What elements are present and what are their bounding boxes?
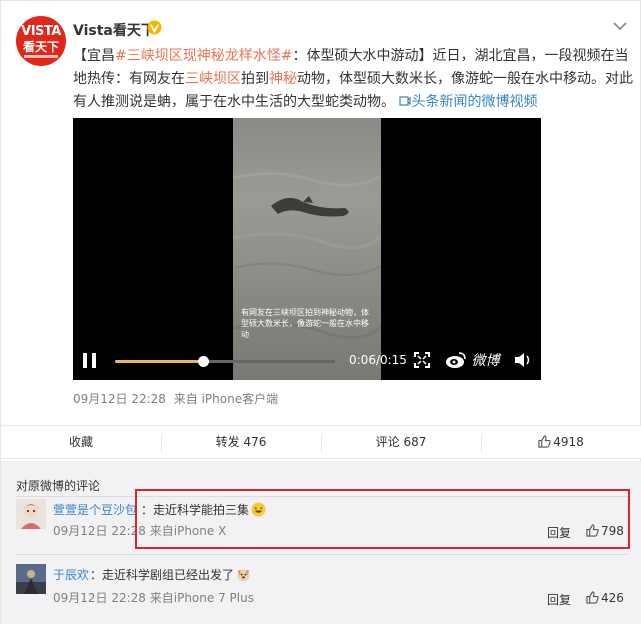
weibo-logo: 微博 — [445, 350, 499, 370]
post-text: 【宜昌#三峡坝区现神秘龙样水怪#：体型硕大水中游动】近日，湖北宜昌，一段视频在当… — [73, 45, 633, 114]
comment-like-button[interactable]: 426 — [586, 591, 624, 605]
author-name[interactable]: Vista看天下 — [73, 20, 155, 40]
weibo-brand-text: 微博 — [471, 353, 500, 369]
video-player[interactable]: 有网友在三峡坝区拍到神秘动物，体型硕大数米长，像游蛇一般在水中移动 0:06/0… — [73, 118, 541, 380]
pause-icon[interactable] — [83, 353, 97, 368]
v-badge-icon — [147, 20, 162, 35]
action-bar: 收藏 转发 476 评论 687 4918 — [1, 425, 641, 459]
like-count: 4918 — [553, 435, 584, 449]
dog-emoji-icon — [237, 569, 250, 582]
comments-title: 对原微博的评论 — [16, 479, 101, 493]
post-meta: 09月12日 22:28 来自 iPhone客户端 — [73, 390, 278, 407]
comment-like-count: 426 — [601, 591, 624, 605]
video-link-icon — [399, 96, 412, 106]
highlight-box — [135, 489, 630, 549]
post-time[interactable]: 09月12日 22:28 — [73, 392, 166, 406]
commenter-name[interactable]: 萱萱是个豆沙包 — [53, 501, 137, 518]
progress-fill — [115, 360, 203, 363]
video-controls: 0:06/0:15 微博 — [73, 340, 541, 380]
progress-bar[interactable] — [115, 356, 335, 367]
commenter-avatar[interactable] — [16, 499, 46, 529]
reply-button[interactable]: 回复 — [547, 591, 571, 608]
fullscreen-icon[interactable] — [414, 352, 430, 368]
comment-button[interactable]: 评论 687 — [321, 426, 481, 459]
video-time: 0:06/0:15 — [349, 353, 407, 367]
comment-meta: 09月12日 22:28 来自iPhone 7 Plus — [53, 591, 254, 605]
thumbs-up-icon — [538, 435, 551, 448]
post-text-part: 拍到 — [241, 71, 269, 87]
post-text-part: 【宜昌 — [73, 48, 115, 64]
post-source: 来自 iPhone客户端 — [173, 392, 279, 406]
avatar-logo-line1: VISTA — [21, 24, 61, 39]
author-avatar[interactable]: VISTA 看天下 — [16, 16, 66, 66]
topic-link[interactable]: #三峡坝区现神秘龙样水怪# — [115, 48, 292, 64]
like-button[interactable]: 4918 — [481, 426, 641, 459]
favorite-button[interactable]: 收藏 — [1, 426, 161, 459]
video-source-link-label[interactable]: 头条新闻的微博视频 — [411, 94, 537, 110]
volume-icon[interactable] — [514, 352, 532, 368]
commenter-name[interactable]: 于辰欢 — [53, 566, 89, 583]
comment-body: ：走近科学剧组已经出发了 — [90, 568, 235, 582]
commenter-avatar[interactable] — [16, 564, 46, 594]
avatar-logo-line2: 看天下 — [22, 40, 59, 54]
video-source-link[interactable]: 头条新闻的微博视频 — [399, 94, 537, 110]
divider — [16, 554, 628, 555]
progress-handle[interactable] — [198, 356, 209, 367]
avatar-stripe — [24, 55, 58, 58]
keyword-link[interactable]: 神秘 — [269, 71, 297, 87]
chevron-down-icon[interactable] — [613, 21, 627, 31]
comment-text: ：走近科学剧组已经出发了 — [90, 566, 251, 583]
repost-button[interactable]: 转发 476 — [161, 426, 321, 459]
weibo-eye-icon — [446, 352, 466, 368]
weibo-post-card: VISTA 看天下 Vista看天下 【宜昌#三峡坝区现神秘龙样水怪#：体型硕大… — [0, 0, 641, 624]
thumbs-up-icon — [586, 591, 599, 604]
keyword-link[interactable]: 三峡坝区 — [185, 71, 241, 87]
video-caption: 有网友在三峡坝区拍到神秘动物，体型硕大数米长，像游蛇一般在水中移动 — [241, 308, 369, 339]
